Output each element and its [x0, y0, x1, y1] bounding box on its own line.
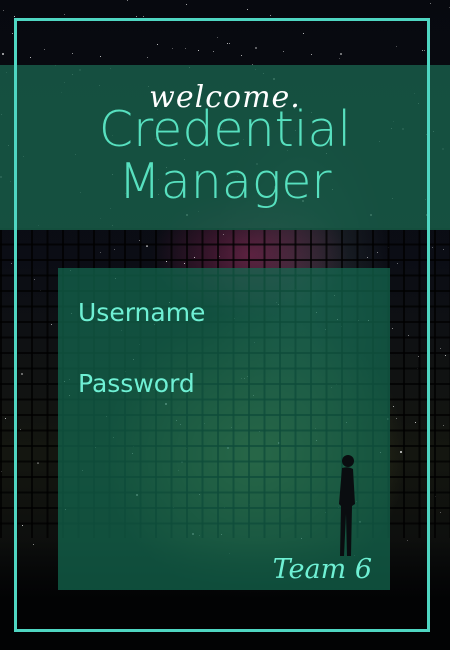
star: [186, 4, 187, 5]
star: [136, 16, 137, 17]
star: [143, 16, 144, 17]
outer-frame: [14, 18, 430, 632]
star: [14, 16, 15, 17]
star: [12, 33, 13, 34]
star: [127, 0, 128, 1]
star: [2, 53, 4, 55]
star: [3, 10, 4, 11]
star: [270, 15, 271, 16]
star: [247, 9, 248, 10]
star: [430, 3, 431, 4]
star: [64, 14, 65, 15]
